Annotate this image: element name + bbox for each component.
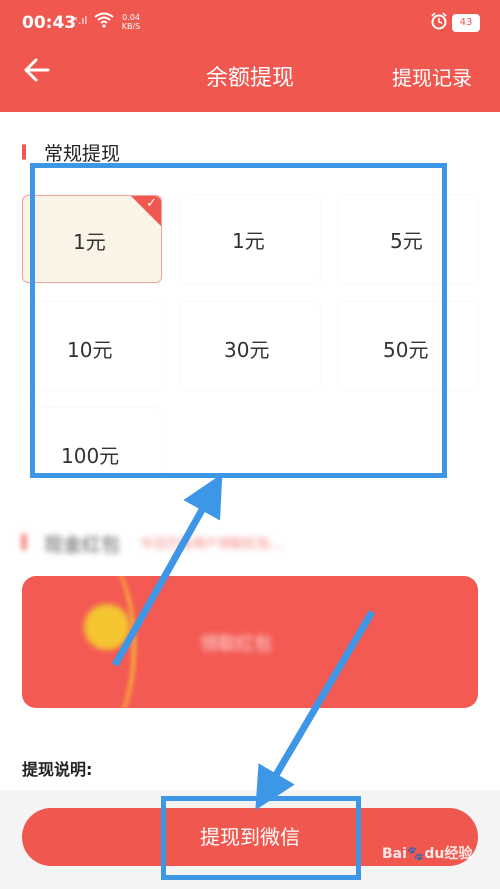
amount-label: 100元 — [61, 444, 120, 468]
signal-icon: ˣ.ıl — [73, 14, 88, 27]
app-header: 00:43 ˣ.ıl 0.04 KB/S 43 余额提现 提现记录 — [0, 0, 500, 112]
watermark-suffix: du — [424, 846, 445, 862]
amount-option-2[interactable]: 1元 — [180, 195, 320, 283]
amount-label: 1元 — [232, 229, 265, 253]
section-marker — [22, 144, 26, 160]
redpacket-banner[interactable]: 领取红包 — [22, 576, 478, 708]
amount-option-1[interactable]: ✓ 1元 — [22, 195, 162, 283]
amount-option-4[interactable]: 10元 — [22, 302, 162, 390]
check-icon: ✓ — [146, 196, 157, 211]
amount-label: 1元 — [73, 230, 106, 254]
watermark-text: 经验 — [444, 846, 473, 862]
baidu-jingyan-watermark: Bai🐾du经验 — [382, 842, 472, 863]
coin-icon — [84, 604, 130, 650]
section-marker — [22, 534, 26, 550]
watermark-brand: Bai — [382, 846, 407, 862]
amount-label: 5元 — [390, 229, 423, 253]
status-time: 00:43 — [22, 13, 77, 33]
battery-indicator: 43 — [452, 14, 480, 32]
watermark-paw: 🐾 — [406, 846, 425, 862]
wifi-icon — [94, 12, 114, 32]
section-title: 常规提现 — [44, 143, 121, 165]
alarm-icon — [430, 12, 448, 34]
withdraw-notes-label: 提现说明: — [22, 760, 93, 779]
section-title: 现金红包 — [44, 534, 121, 556]
amount-label: 10元 — [67, 338, 113, 362]
amount-option-6[interactable]: 50元 — [338, 302, 478, 390]
amount-label: 30元 — [224, 338, 270, 362]
amount-option-3[interactable]: 5元 — [338, 195, 478, 283]
amount-option-5[interactable]: 30元 — [180, 302, 320, 390]
amount-label: 50元 — [383, 338, 429, 362]
amount-option-7[interactable]: 100元 — [22, 408, 162, 474]
network-speed: 0.04 KB/S — [121, 13, 141, 31]
status-bar: 00:43 ˣ.ıl 0.04 KB/S 43 — [0, 0, 500, 46]
section-subtitle: 今日已有用户领取红包… — [140, 537, 284, 552]
withdraw-records-link[interactable]: 提现记录 — [392, 62, 472, 91]
cash-redpacket-header: 现金红包 今日已有用户领取红包… — [22, 530, 322, 556]
banner-text: 领取红包 — [200, 634, 272, 655]
